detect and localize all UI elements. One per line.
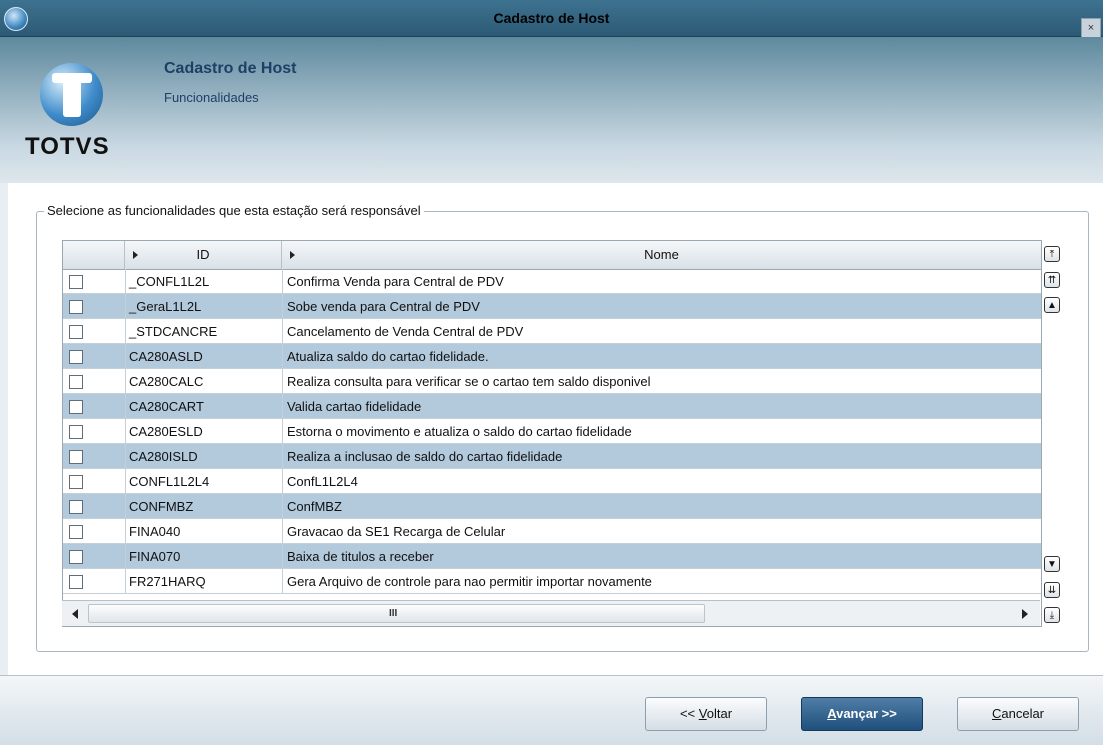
row-id: _GeraL1L2L [129, 299, 202, 314]
row-checkbox[interactable] [69, 525, 83, 539]
page-title: Cadastro de Host [164, 60, 297, 77]
row-nome: Gravacao da SE1 Recarga de Celular [287, 524, 506, 539]
row-nome: ConfMBZ [287, 499, 342, 514]
row-id: _CONFL1L2L [129, 274, 210, 289]
window-title: Cadastro de Host [493, 10, 610, 26]
row-nome: Confirma Venda para Central de PDV [287, 274, 504, 289]
row-id: FINA070 [129, 549, 181, 564]
row-checkbox[interactable] [69, 425, 83, 439]
header-checkbox-column [63, 241, 125, 269]
row-checkbox[interactable] [69, 450, 83, 464]
row-checkbox[interactable] [69, 325, 83, 339]
close-button[interactable]: × [1081, 18, 1101, 38]
column-header-nome-label: Nome [644, 247, 679, 262]
next-button[interactable]: Avançar >> [801, 697, 923, 731]
row-id: CA280ASLD [129, 349, 203, 364]
row-id: CONFL1L2L4 [129, 474, 210, 489]
row-id: CA280CALC [129, 374, 204, 389]
row-id: CA280ESLD [129, 424, 203, 439]
cancel-button[interactable]: Cancelar [957, 697, 1079, 731]
page-up-button[interactable]: ⇈ [1044, 272, 1060, 288]
page-subtitle: Funcionalidades [164, 90, 259, 105]
row-nome: Cancelamento de Venda Central de PDV [287, 324, 524, 339]
column-header-id-label: ID [196, 247, 210, 262]
table-row[interactable]: CA280CALC Realiza consulta para verificar… [63, 369, 1041, 394]
scroll-thumb[interactable]: III [88, 604, 705, 623]
group-label: Selecione as funcionalidades que esta es… [44, 203, 424, 218]
row-checkbox[interactable] [69, 275, 83, 289]
table-row[interactable]: CONFL1L2L4 ConfL1L2L4 [63, 469, 1041, 494]
row-id: CA280CART [129, 399, 204, 414]
table-row[interactable]: _GeraL1L2L Sobe venda para Central de PDV [63, 294, 1041, 319]
totvs-logo-icon [40, 63, 103, 126]
row-id: CA280ISLD [129, 449, 198, 464]
table-row[interactable]: FINA040 Gravacao da SE1 Recarga de Celula… [63, 519, 1041, 544]
scroll-grip: III [389, 608, 398, 619]
page-down-button[interactable]: ⇊ [1044, 582, 1060, 598]
table-row[interactable]: CONFMBZ ConfMBZ [63, 494, 1041, 519]
scroll-right-icon[interactable] [1022, 609, 1028, 619]
row-id: FINA040 [129, 524, 181, 539]
row-checkbox[interactable] [69, 300, 83, 314]
row-id: _STDCANCRE [129, 324, 218, 339]
table-row[interactable]: CA280ISLD Realiza a inclusao de saldo do … [63, 444, 1041, 469]
row-checkbox[interactable] [69, 375, 83, 389]
row-down-button[interactable]: ▼ [1044, 556, 1060, 572]
row-nome: Atualiza saldo do cartao fidelidade. [287, 349, 489, 364]
back-button[interactable]: << Voltar [645, 697, 767, 731]
row-checkbox[interactable] [69, 575, 83, 589]
table-row[interactable]: FR271HARQ Gera Arquivo de controle para n… [63, 569, 1041, 594]
row-id: FR271HARQ [129, 574, 206, 589]
title-bar: Cadastro de Host × [0, 0, 1103, 38]
table-row[interactable]: CA280ESLD Estorna o movimento e atualiza … [63, 419, 1041, 444]
header-banner [0, 37, 1103, 183]
logo-text: TOTVS [25, 133, 110, 160]
row-id: CONFMBZ [129, 499, 194, 514]
row-up-button[interactable]: ▲ [1044, 297, 1060, 313]
footer-bar [0, 675, 1103, 745]
horizontal-scrollbar[interactable]: III [62, 600, 1040, 626]
last-row-button[interactable]: ⤓ [1044, 607, 1060, 623]
row-nome: Estorna o movimento e atualiza o saldo d… [287, 424, 632, 439]
table-row[interactable]: _STDCANCRE Cancelamento de Venda Central … [63, 319, 1041, 344]
first-row-button[interactable]: ⤒ [1044, 246, 1060, 262]
row-checkbox[interactable] [69, 475, 83, 489]
functionality-grid: ID Nome _CONFL1L2L Confirma Venda para Ce… [62, 240, 1042, 627]
column-header-nome[interactable]: Nome [282, 241, 1041, 269]
column-header-id[interactable]: ID [125, 241, 282, 269]
table-row[interactable]: FINA070 Baixa de titulos a receber [63, 544, 1041, 569]
table-row[interactable]: CA280ASLD Atualiza saldo do cartao fideli… [63, 344, 1041, 369]
row-checkbox[interactable] [69, 550, 83, 564]
row-nome: Valida cartao fidelidade [287, 399, 422, 414]
row-nome: Sobe venda para Central de PDV [287, 299, 480, 314]
row-checkbox[interactable] [69, 350, 83, 364]
row-nome: Realiza consulta para verificar se o car… [287, 374, 651, 389]
table-row[interactable]: _CONFL1L2L Confirma Venda para Central de… [63, 269, 1041, 294]
table-row[interactable]: CA280CART Valida cartao fidelidade [63, 394, 1041, 419]
row-nome: Baixa de titulos a receber [287, 549, 434, 564]
row-nome: Gera Arquivo de controle para nao permit… [287, 574, 652, 589]
row-checkbox[interactable] [69, 500, 83, 514]
scroll-left-icon[interactable] [72, 609, 78, 619]
grid-header: ID Nome [63, 241, 1041, 270]
row-nome: Realiza a inclusao de saldo do cartao fi… [287, 449, 563, 464]
row-checkbox[interactable] [69, 400, 83, 414]
row-nome: ConfL1L2L4 [287, 474, 358, 489]
